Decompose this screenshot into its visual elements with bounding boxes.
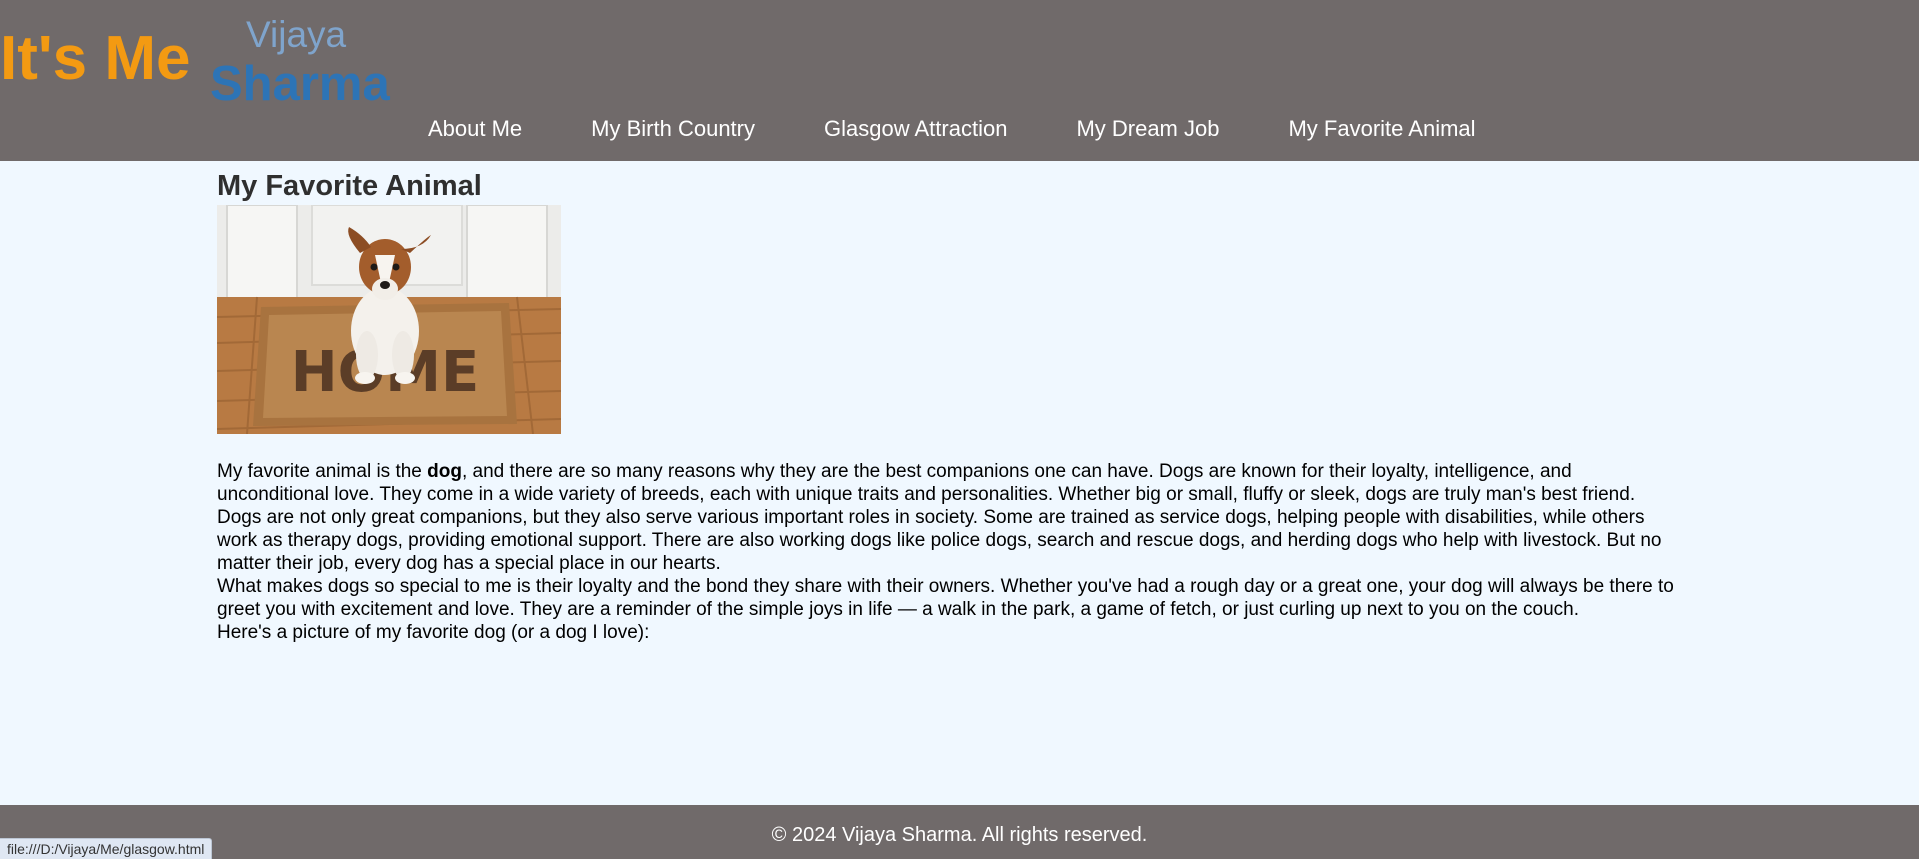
- paragraph-1: My favorite animal is the dog, and there…: [217, 460, 1685, 506]
- browser-status-url: file:///D:/Vijaya/Me/glasgow.html: [0, 838, 213, 859]
- logo-first-name: Vijaya: [246, 14, 347, 55]
- article-text: My favorite animal is the dog, and there…: [217, 460, 1685, 644]
- nav-link-dream-job[interactable]: My Dream Job: [1076, 116, 1219, 142]
- nav-link-birth-country[interactable]: My Birth Country: [591, 116, 755, 142]
- dog-photo: HOME: [217, 205, 561, 434]
- nav-link-about-me[interactable]: About Me: [428, 116, 522, 142]
- main-content: My Favorite Animal HOME: [217, 169, 1685, 644]
- logo-last-name: Sharma: [210, 57, 390, 111]
- paragraph-2: Dogs are not only great companions, but …: [217, 507, 1662, 574]
- paragraph-3: What makes dogs so special to me is thei…: [217, 576, 1674, 620]
- paragraph-1-start: My favorite animal is the: [217, 461, 428, 482]
- copyright-text: © 2024 Vijaya Sharma. All rights reserve…: [771, 824, 1148, 846]
- main-nav: About Me My Birth Country Glasgow Attrac…: [428, 116, 1476, 142]
- highlight-dog: dog: [427, 461, 462, 482]
- site-footer: © 2024 Vijaya Sharma. All rights reserve…: [0, 805, 1919, 859]
- nav-link-favorite-animal[interactable]: My Favorite Animal: [1288, 116, 1475, 142]
- logo-title: It's Me: [0, 24, 191, 93]
- page-title: My Favorite Animal: [217, 170, 482, 202]
- site-header: It's Me Vijaya Sharma About Me My Birth …: [0, 0, 1919, 161]
- paragraph-4: Here's a picture of my favorite dog (or …: [217, 622, 650, 643]
- nav-link-glasgow-attraction[interactable]: Glasgow Attraction: [824, 116, 1007, 142]
